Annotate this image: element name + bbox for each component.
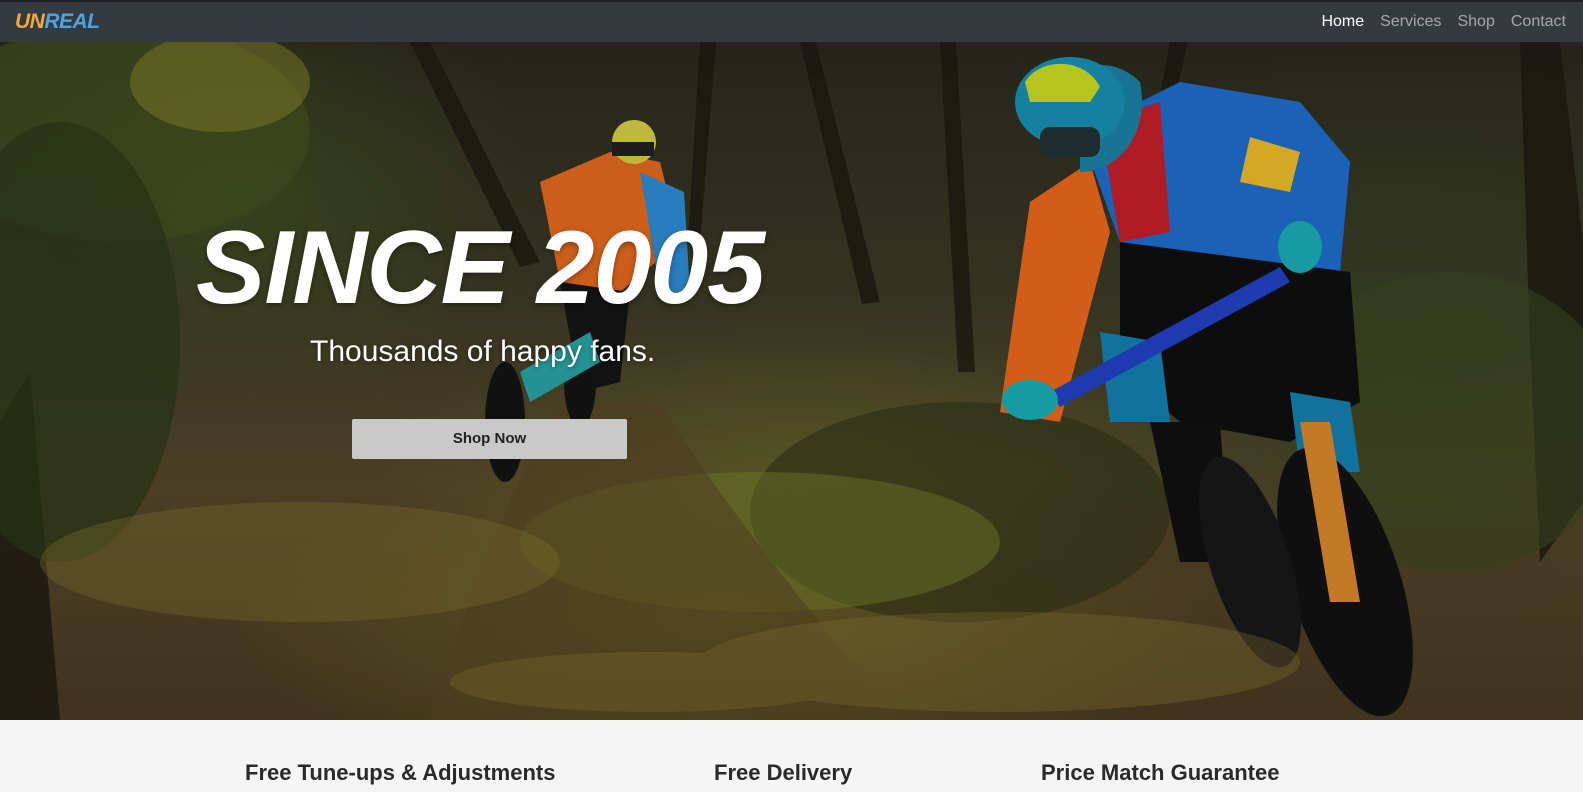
nav-link-shop[interactable]: Shop xyxy=(1449,2,1502,42)
hero-subtitle: Thousands of happy fans. xyxy=(310,335,656,368)
brand-logo[interactable]: UNREAL xyxy=(15,10,100,34)
features-section: Free Tune-ups & Adjustments Free Deliver… xyxy=(0,720,1583,792)
nav-link-contact[interactable]: Contact xyxy=(1503,2,1583,42)
brand-logo-part-2: REAL xyxy=(44,10,100,33)
shop-now-button[interactable]: Shop Now xyxy=(352,419,627,459)
feature-title-price-match: Price Match Guarantee xyxy=(1041,760,1280,785)
hero-banner: SINCE 2005 Thousands of happy fans. Shop… xyxy=(0,42,1583,720)
hero-background-photo xyxy=(0,42,1583,720)
top-navbar: UNREAL Home Services Shop Contact xyxy=(0,0,1583,42)
nav-link-services[interactable]: Services xyxy=(1372,2,1449,42)
brand-logo-part-1: UN xyxy=(15,10,45,33)
nav-link-home[interactable]: Home xyxy=(1313,2,1372,42)
feature-title-tune-ups: Free Tune-ups & Adjustments xyxy=(245,760,556,785)
feature-title-delivery: Free Delivery xyxy=(714,760,853,785)
hero-title: SINCE 2005 xyxy=(196,210,765,326)
main-nav: Home Services Shop Contact xyxy=(1313,2,1583,42)
